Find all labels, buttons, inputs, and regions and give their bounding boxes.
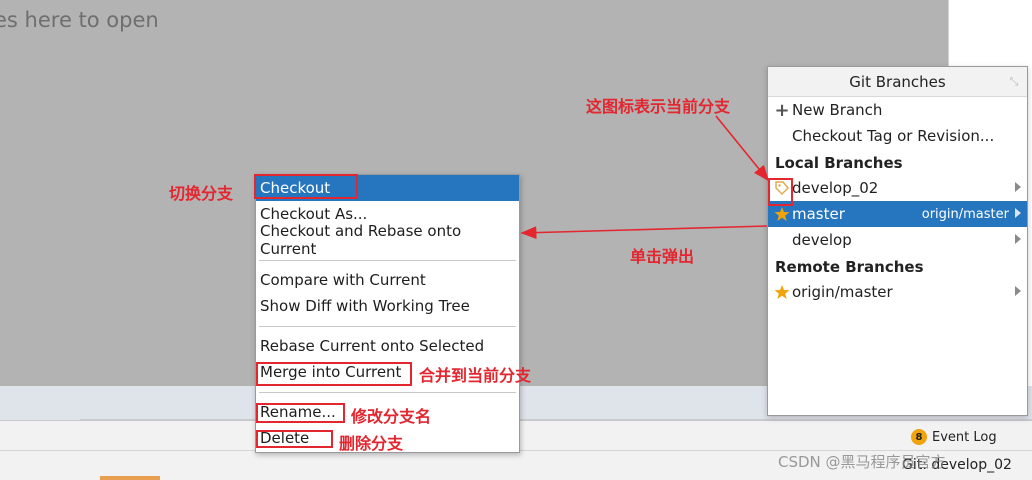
branch-master[interactable]: master origin/master — [768, 201, 1027, 227]
annotation-switch-branch: 切换分支 — [169, 184, 234, 203]
branch-origin-master[interactable]: origin/master — [768, 279, 1027, 305]
event-log-label: Event Log — [932, 429, 997, 445]
annotation-delete: 删除分支 — [339, 434, 404, 453]
git-branches-popup: Git Branches ⤡ + New Branch Checkout Tag… — [767, 66, 1028, 416]
highlight-merge — [256, 362, 412, 386]
annotation-rename: 修改分支名 — [351, 407, 432, 426]
menu-item-show-diff[interactable]: Show Diff with Working Tree — [256, 293, 519, 319]
highlight-current-branch-icon — [768, 178, 793, 206]
plus-icon: + — [774, 99, 790, 121]
new-branch-item[interactable]: + New Branch — [768, 97, 1027, 123]
event-log-button[interactable]: 8 Event Log — [911, 429, 997, 445]
editor-empty-hint: es here to open — [0, 8, 159, 32]
menu-separator — [256, 385, 519, 399]
remote-branches-title: Remote Branches — [775, 258, 924, 276]
annotation-click-popup: 单击弹出 — [630, 247, 695, 266]
active-tool-tab-indicator — [100, 476, 160, 480]
annotation-merge: 合并到当前分支 — [419, 366, 532, 385]
submenu-arrow-icon — [1015, 286, 1021, 296]
menu-item-rebase[interactable]: Rebase Current onto Selected — [256, 333, 519, 359]
highlight-delete — [256, 430, 333, 448]
tracking-branch-label: origin/master — [921, 206, 1009, 222]
highlight-checkout — [254, 174, 358, 199]
highlight-rename — [256, 403, 345, 423]
checkout-tag-item[interactable]: Checkout Tag or Revision... — [768, 123, 1027, 149]
local-branches-title: Local Branches — [775, 154, 903, 172]
branch-label: develop_02 — [792, 179, 879, 197]
menu-separator — [256, 253, 519, 267]
star-icon — [774, 206, 790, 222]
branch-develop-02[interactable]: develop_02 — [768, 175, 1027, 201]
branch-label: master — [792, 205, 845, 223]
branch-label: develop — [792, 231, 852, 249]
star-icon — [774, 284, 790, 300]
submenu-arrow-icon — [1015, 182, 1021, 192]
popup-title: Git Branches — [849, 72, 946, 91]
new-branch-label: New Branch — [792, 101, 883, 119]
submenu-arrow-icon — [1015, 234, 1021, 244]
submenu-arrow-icon — [1015, 208, 1021, 218]
menu-item-checkout-rebase[interactable]: Checkout and Rebase onto Current — [256, 222, 519, 258]
menu-separator — [256, 319, 519, 333]
event-count-badge: 8 — [911, 429, 927, 445]
annotation-current-branch-icon: 这图标表示当前分支 — [586, 97, 731, 116]
collapse-icon[interactable]: ⤡ — [1007, 75, 1021, 89]
popup-header: Git Branches ⤡ — [768, 67, 1027, 97]
branch-develop[interactable]: develop — [768, 227, 1027, 253]
menu-item-compare[interactable]: Compare with Current — [256, 267, 519, 293]
watermark: CSDN @黑马程序员官方 — [778, 453, 946, 471]
branch-label: origin/master — [792, 283, 893, 301]
checkout-tag-label: Checkout Tag or Revision... — [792, 127, 995, 145]
